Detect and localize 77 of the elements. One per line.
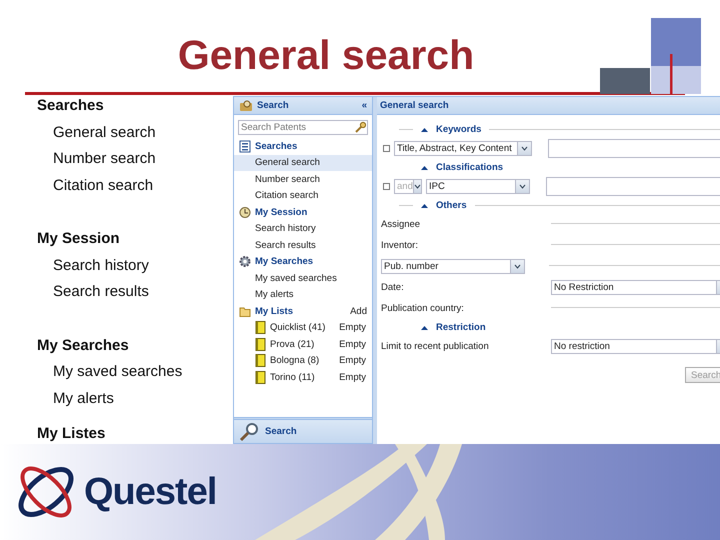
sidebar-item[interactable]: Search results: [234, 237, 372, 254]
panel-title: General search: [377, 97, 720, 115]
dropdown[interactable]: No Restriction: [551, 280, 720, 295]
photo-placeholder: [600, 68, 650, 94]
outline-item: My alerts: [53, 390, 114, 406]
sidebar-title: Search: [257, 100, 290, 111]
gear-icon: [239, 255, 251, 268]
collapse-icon[interactable]: [421, 164, 428, 170]
section-legend: Keywords: [436, 124, 482, 135]
collapse-icon[interactable]: [421, 324, 428, 330]
add-criterion-button[interactable]: [383, 145, 390, 152]
dropdown[interactable]: No restriction: [551, 339, 720, 354]
sidebar-item[interactable]: Search history: [234, 220, 372, 237]
sidebar-item[interactable]: Citation search: [234, 188, 372, 204]
notebook-icon: [255, 338, 266, 351]
collapse-icon[interactable]: [421, 202, 428, 208]
sidebar-item[interactable]: Quicklist (41) Empty: [234, 320, 372, 336]
notebook-icon: [255, 354, 266, 368]
sidebar-item[interactable]: Torino (11) Empty: [234, 369, 372, 386]
list-status: Empty: [339, 322, 366, 334]
field-label: Assignee: [381, 219, 422, 230]
notebook-icon: [255, 370, 266, 384]
section-legend: Classifications: [436, 162, 504, 173]
outline-item: Number search: [53, 150, 156, 167]
outline-item: Search results: [53, 283, 149, 300]
field-label: Limit to recent publication: [381, 341, 490, 352]
outline-item: Search history: [53, 256, 149, 274]
caret-icon: [514, 264, 521, 269]
sidebar-item[interactable]: Bologna (8) Empty: [234, 352, 372, 369]
add-criterion-button[interactable]: [383, 183, 390, 190]
caret-icon: [521, 146, 528, 151]
search-icon: [239, 422, 259, 442]
key-icon[interactable]: [354, 121, 366, 133]
search-field[interactable]: Search Patents: [238, 120, 368, 135]
section-heading[interactable]: My Session: [255, 206, 367, 218]
caret-icon: [414, 184, 421, 189]
dropdown[interactable]: Pub. number: [381, 259, 525, 274]
outline-heading: My Session: [37, 230, 120, 247]
section-heading[interactable]: My Lists: [255, 306, 346, 317]
list-status: Empty: [339, 338, 366, 350]
list-status: Empty: [339, 355, 366, 366]
outline-heading: Searches: [37, 97, 104, 114]
section-legend: Restriction: [436, 322, 486, 333]
outline-item: My saved searches: [53, 363, 182, 380]
section-heading[interactable]: My Searches: [255, 256, 367, 268]
sidebar-item[interactable]: My alerts: [234, 286, 372, 303]
list-icon: [239, 140, 251, 153]
dropdown[interactable]: Title, Abstract, Key Content: [394, 141, 532, 156]
input-field[interactable]: [548, 139, 720, 158]
briefcase-icon: [239, 99, 253, 112]
sidebar-item[interactable]: My saved searches: [234, 270, 372, 286]
field-label: Publication country:: [381, 303, 465, 314]
input-field[interactable]: [546, 177, 720, 196]
folder-icon: [239, 304, 251, 318]
slide-title: General search: [176, 32, 476, 79]
dropdown[interactable]: IPC: [426, 179, 530, 194]
outline-heading: My Searches: [37, 336, 129, 354]
outline-heading: My Listes: [37, 425, 106, 442]
sidebar-item[interactable]: Prova (21) Empty: [234, 336, 372, 352]
sidebar-footer[interactable]: Search: [234, 417, 372, 443]
logo-text: Questel: [84, 470, 216, 514]
section-heading[interactable]: Searches: [255, 140, 367, 152]
clock-icon: [239, 206, 251, 219]
footer-label: Search: [265, 426, 297, 437]
field-label: Inventor:: [381, 240, 419, 251]
outline-item: General search: [53, 124, 156, 140]
list-status: Empty: [339, 372, 366, 383]
field-label: Date:: [381, 282, 405, 293]
sidebar-item[interactable]: Number search: [234, 171, 372, 188]
outline-item: Citation search: [53, 176, 154, 194]
sidebar-item[interactable]: General search: [234, 154, 372, 171]
notebook-icon: [255, 321, 266, 334]
collapse-button[interactable]: «: [362, 100, 367, 111]
section-legend: Others: [436, 200, 467, 211]
caret-icon: [519, 184, 526, 189]
collapse-icon[interactable]: [421, 126, 428, 132]
add-link[interactable]: Add: [350, 306, 367, 317]
